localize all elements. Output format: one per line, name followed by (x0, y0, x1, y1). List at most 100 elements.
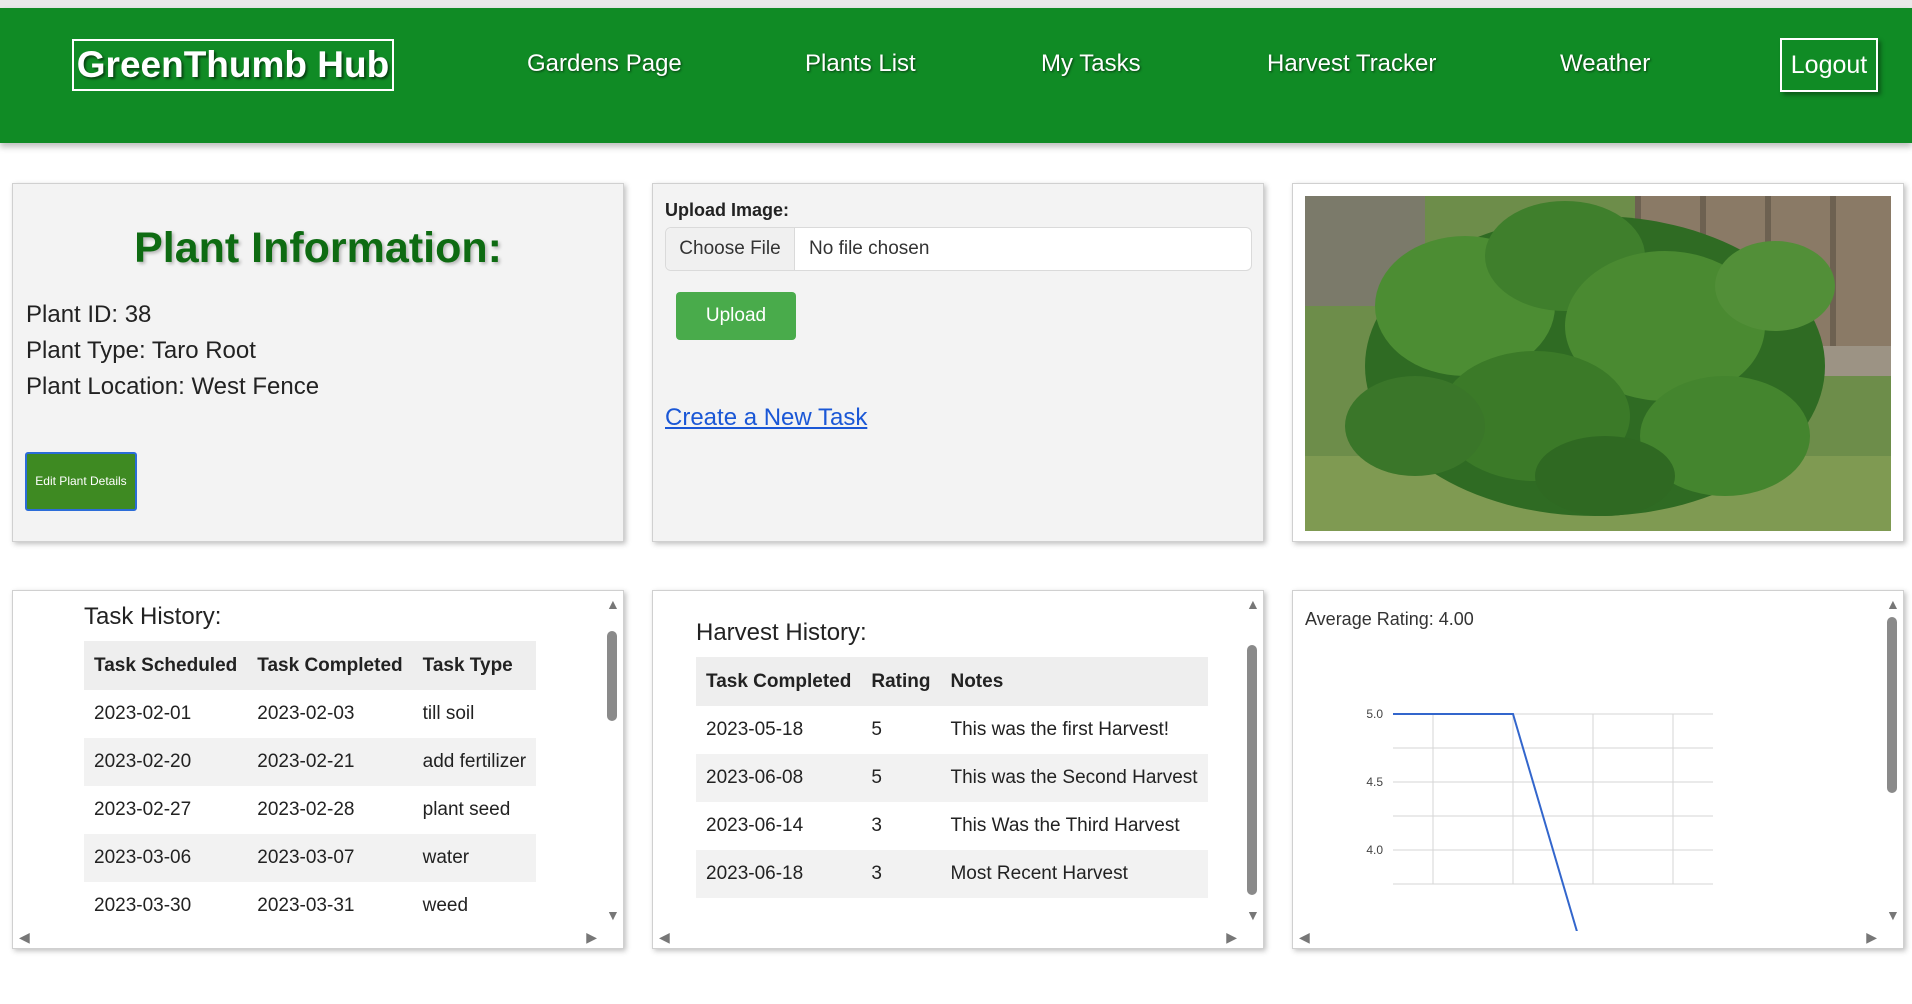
horizontal-scrollbar[interactable]: ◀ ▶ (1293, 926, 1881, 948)
table-row: 2023-02-27 2023-02-28 plant seed (84, 786, 536, 834)
table-cell: 2023-06-08 (696, 754, 862, 802)
table-cell: 2023-06-14 (706, 815, 804, 836)
scroll-down-icon[interactable]: ▼ (1246, 908, 1260, 922)
plant-photo-card (1292, 183, 1904, 542)
table-row: 2023-02-20 2023-02-21 add fertilizer (84, 738, 537, 786)
table-cell: 3 (871, 815, 882, 836)
column-header: Notes (940, 657, 1208, 706)
table-cell: 2023-03-31 (257, 895, 355, 916)
table-row: 2023-06-08 5 This was the Second Harvest (696, 754, 1208, 802)
column-header: Task Type (412, 641, 537, 690)
edit-plant-button[interactable]: Edit Plant Details (25, 452, 137, 511)
upload-label: Upload Image: (665, 200, 790, 220)
rating-line-chart: 5.0 4.5 4.0 (1366, 707, 1713, 931)
nav-link-plants[interactable]: Plants List (805, 44, 916, 84)
scroll-thumb[interactable] (1247, 645, 1257, 895)
nav-link-harvest[interactable]: Harvest Tracker (1267, 44, 1436, 84)
table-cell: water (412, 834, 537, 882)
upload-button[interactable]: Upload (676, 292, 796, 340)
column-header: Rating (861, 657, 941, 706)
scroll-up-icon[interactable]: ▲ (606, 597, 620, 611)
scroll-thumb[interactable] (1887, 617, 1897, 793)
scroll-right-icon[interactable]: ▶ (1866, 930, 1877, 944)
logout-button[interactable]: Logout (1780, 38, 1878, 92)
nav-link-tasks[interactable]: My Tasks (1041, 44, 1141, 84)
table-cell: 5 (871, 719, 882, 740)
choose-file-button[interactable]: Choose File (666, 228, 795, 270)
plant-photo (1305, 196, 1891, 531)
table-cell: This Was the Third Harvest (950, 815, 1180, 836)
scroll-up-icon[interactable]: ▲ (1246, 597, 1260, 611)
scroll-left-icon[interactable]: ◀ (659, 930, 670, 944)
table-cell: 2023-05-18 (706, 719, 804, 740)
scroll-thumb[interactable] (607, 631, 617, 721)
table-cell: add fertilizer (412, 738, 537, 786)
chart-y-tick-label: 5.0 (1366, 707, 1383, 721)
table-cell: 2023-02-01 (94, 703, 192, 724)
upload-card: Upload Image: Choose File No file chosen… (652, 183, 1264, 542)
table-header-row: Task Scheduled Task Completed Task Type (84, 641, 537, 690)
rating-chart-card: Average Rating: 4.00 5.0 4.5 4.0 ▲ ▼ ◀ ▶ (1292, 590, 1904, 949)
table-row: 2023-06-14 3 This Was the Third Harvest (696, 802, 1208, 850)
table-cell: 2023-02-03 (257, 703, 355, 724)
vertical-scrollbar[interactable]: ▲ ▼ (1881, 591, 1903, 926)
task-history-card: Task History: Task Scheduled Task Comple… (12, 590, 624, 949)
plant-type: Plant Type: Taro Root (26, 337, 256, 364)
table-cell: 2023-02-28 (257, 799, 355, 820)
table-cell: 5 (861, 754, 941, 802)
browser-top-strip (0, 0, 1912, 8)
plant-info-card: Plant Information: Plant ID: 38 Plant Ty… (12, 183, 624, 542)
plant-location: Plant Location: West Fence (26, 373, 320, 400)
table-cell: weed (422, 895, 469, 916)
plant-info-title: Plant Information: (134, 224, 502, 272)
plant-id: Plant ID: 38 (26, 301, 152, 328)
chart-y-tick-label: 4.5 (1366, 775, 1383, 789)
table-cell: 2023-06-18 (696, 850, 862, 898)
table-row: 2023-03-30 2023-03-31 weed (84, 882, 536, 930)
harvest-history-title: Harvest History: (696, 619, 867, 646)
table-cell: 3 (861, 850, 941, 898)
scroll-right-icon[interactable]: ▶ (586, 930, 597, 944)
brand-logo[interactable]: GreenThumb Hub (72, 39, 394, 91)
scroll-down-icon[interactable]: ▼ (1886, 908, 1900, 922)
harvest-history-card: Harvest History: Task Completed Rating N… (652, 590, 1264, 949)
table-header-row: Task Completed Rating Notes (696, 657, 1208, 706)
table-cell: 2023-02-21 (247, 738, 413, 786)
column-header: Task Completed (696, 657, 862, 706)
column-header: Task Scheduled (84, 641, 248, 690)
table-cell: 2023-02-20 (84, 738, 248, 786)
scroll-up-icon[interactable]: ▲ (1886, 597, 1900, 611)
scroll-right-icon[interactable]: ▶ (1226, 930, 1237, 944)
scroll-left-icon[interactable]: ◀ (19, 930, 30, 944)
file-input[interactable]: Choose File No file chosen (665, 227, 1252, 271)
navbar: GreenThumb Hub Gardens Page Plants List … (0, 8, 1912, 143)
table-cell: Most Recent Harvest (940, 850, 1208, 898)
create-task-link[interactable]: Create a New Task (665, 404, 867, 432)
task-history-table: Task Scheduled Task Completed Task Type … (84, 641, 537, 930)
scroll-down-icon[interactable]: ▼ (606, 908, 620, 922)
task-history-title: Task History: (84, 603, 222, 630)
horizontal-scrollbar[interactable]: ◀ ▶ (13, 926, 601, 948)
average-rating: Average Rating: 4.00 (1305, 609, 1474, 629)
table-cell: 2023-03-06 (84, 834, 248, 882)
table-cell: 2023-03-07 (247, 834, 413, 882)
table-row: 2023-02-01 2023-02-03 till soil (84, 690, 536, 738)
table-row: 2023-03-06 2023-03-07 water (84, 834, 537, 882)
nav-link-gardens[interactable]: Gardens Page (527, 44, 682, 84)
nav-link-weather[interactable]: Weather (1560, 44, 1650, 84)
chart-series-line (1393, 713, 1578, 931)
file-name-text: No file chosen (809, 238, 930, 259)
table-cell: plant seed (422, 799, 511, 820)
table-row: 2023-06-18 3 Most Recent Harvest (696, 850, 1208, 898)
vertical-scrollbar[interactable]: ▲ ▼ (1241, 591, 1263, 926)
table-cell: till soil (422, 703, 475, 724)
horizontal-scrollbar[interactable]: ◀ ▶ (653, 926, 1241, 948)
chart-y-tick-label: 4.0 (1366, 843, 1383, 857)
scroll-left-icon[interactable]: ◀ (1299, 930, 1310, 944)
table-cell: 2023-02-27 (94, 799, 192, 820)
column-header: Task Completed (247, 641, 413, 690)
vertical-scrollbar[interactable]: ▲ ▼ (601, 591, 623, 926)
table-cell: 2023-03-30 (94, 895, 192, 916)
table-cell: This was the first Harvest! (950, 719, 1170, 740)
table-row: 2023-05-18 5 This was the first Harvest! (696, 706, 1208, 754)
